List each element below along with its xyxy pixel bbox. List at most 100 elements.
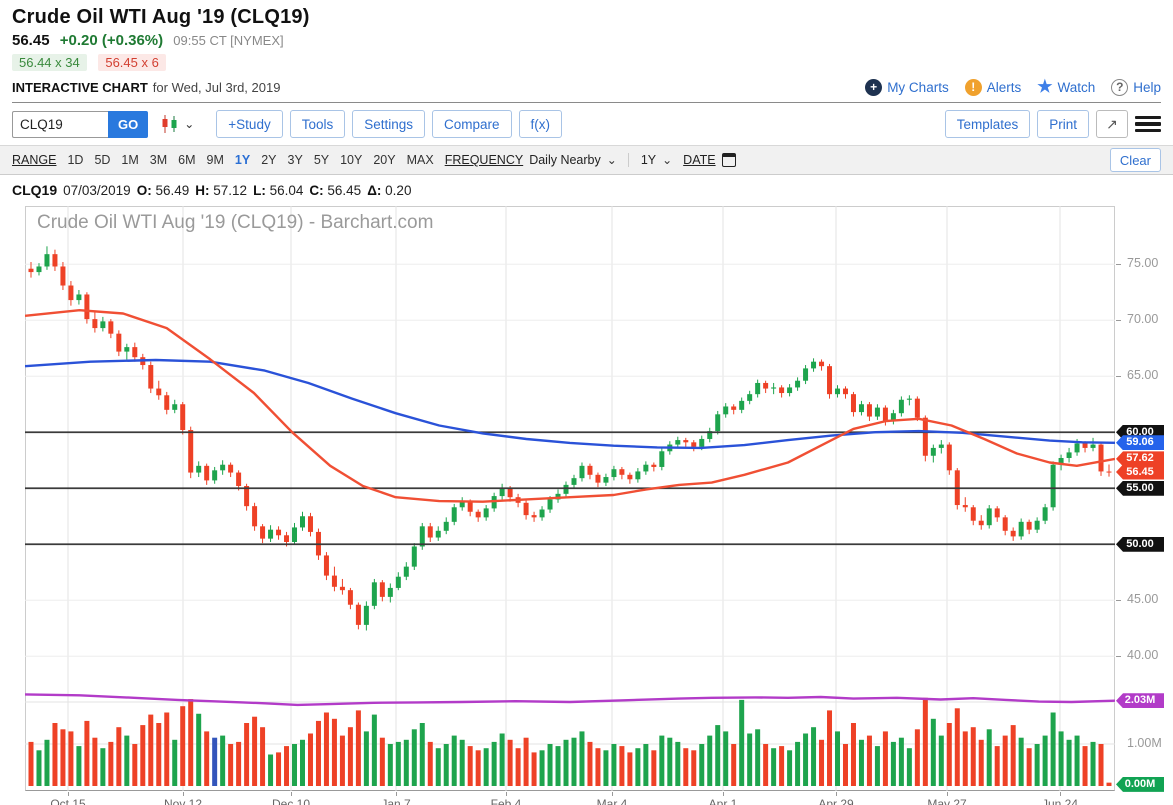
x-axis-tick: [612, 792, 613, 796]
help-link[interactable]: ? Help: [1111, 79, 1161, 96]
x-axis-tick: [183, 792, 184, 796]
x-axis-tick: [947, 792, 948, 796]
alerts-link[interactable]: ! Alerts: [965, 79, 1022, 96]
x-axis-tick: [836, 792, 837, 796]
y-axis-badge: 50.00: [1116, 537, 1164, 552]
range-option[interactable]: 1M: [121, 153, 138, 167]
question-circle-icon: ?: [1111, 79, 1128, 96]
ohlc-symbol: CLQ19: [12, 182, 57, 198]
x-axis-label: Jun 24: [1042, 797, 1078, 805]
y-axis-badge: 59.06: [1116, 435, 1164, 450]
watch-link[interactable]: ★ Watch: [1037, 77, 1095, 97]
frequency-value: Daily Nearby: [529, 153, 601, 167]
chart-toolbar: GO ⌄ +Study ToolsSettingsComparef(x) Temp…: [0, 103, 1173, 146]
interactive-chart-label: INTERACTIVE CHART: [12, 80, 148, 95]
y-axis-badge: 56.45: [1116, 465, 1164, 480]
date-control[interactable]: DATE: [683, 153, 735, 167]
range-option[interactable]: 3Y: [288, 153, 303, 167]
ohlc-bar: CLQ19 07/03/2019 O: 56.49 H: 57.12 L: 56…: [0, 175, 1173, 204]
chart-region: Crude Oil WTI Aug '19 (CLQ19) - Barchart…: [0, 204, 1173, 805]
range-option[interactable]: 2Y: [261, 153, 276, 167]
toolbar-button[interactable]: Compare: [432, 110, 512, 138]
x-axis-label: Mar 4: [597, 797, 628, 805]
x-axis-tick: [396, 792, 397, 796]
clear-button[interactable]: Clear: [1110, 148, 1161, 172]
y-axis-tick: [1116, 600, 1121, 601]
x-axis-label: Oct 15: [50, 797, 85, 805]
toolbar-button[interactable]: f(x): [519, 110, 563, 138]
go-button[interactable]: GO: [108, 111, 148, 138]
last-price: 56.45: [12, 32, 50, 49]
expand-arrow-icon: ↗: [1106, 116, 1118, 132]
chevron-down-icon: ⌄: [662, 153, 672, 167]
x-axis-tick: [68, 792, 69, 796]
expand-button[interactable]: ↗: [1096, 110, 1128, 138]
toolbar-button[interactable]: Tools: [290, 110, 346, 138]
range-dropdown[interactable]: RANGE: [12, 153, 56, 167]
price-row: 56.45 +0.20 (+0.36%) 09:55 CT [NYMEX]: [12, 32, 1161, 49]
quote-time: 09:55 CT [NYMEX]: [173, 33, 283, 48]
y-axis-label: 40.00: [1127, 648, 1158, 662]
symbol-input[interactable]: [12, 111, 108, 138]
x-axis-label: Feb 4: [491, 797, 522, 805]
period-dropdown[interactable]: 1Y ⌄: [628, 153, 672, 167]
header: Crude Oil WTI Aug '19 (CLQ19) 56.45 +0.2…: [0, 0, 1173, 103]
range-option[interactable]: 5D: [94, 153, 110, 167]
bid-chip: 56.44 x 34: [12, 54, 87, 71]
range-option[interactable]: 20Y: [373, 153, 395, 167]
chart-type-button[interactable]: ⌄: [160, 115, 194, 133]
range-option[interactable]: 1D: [67, 153, 83, 167]
interactive-chart-row: INTERACTIVE CHART for Wed, Jul 3rd, 2019…: [12, 77, 1161, 103]
range-option[interactable]: 10Y: [340, 153, 362, 167]
y-axis-tick: [1116, 264, 1121, 265]
print-button[interactable]: Print: [1037, 110, 1089, 138]
y-axis-label: 45.00: [1127, 592, 1158, 606]
x-axis-label: Nov 12: [164, 797, 202, 805]
candlestick-icon: [160, 115, 180, 133]
y-axis-tick: [1116, 320, 1121, 321]
frequency-control[interactable]: FREQUENCY Daily Nearby ⌄: [445, 153, 617, 167]
x-axis-label: Jan 7: [381, 797, 410, 805]
price-chart-svg[interactable]: [25, 206, 1115, 791]
y-axis-badge: 57.62: [1116, 451, 1164, 466]
x-axis-tick: [291, 792, 292, 796]
y-axis-label: 65.00: [1127, 368, 1158, 382]
y-axis-tick: [1116, 376, 1121, 377]
templates-button[interactable]: Templates: [945, 110, 1031, 138]
range-option[interactable]: 1Y: [235, 153, 250, 167]
toolbar-button[interactable]: +Study: [216, 110, 282, 138]
menu-icon: [1135, 116, 1161, 119]
range-option[interactable]: MAX: [407, 153, 434, 167]
y-axis-badge: 0.00M: [1116, 777, 1164, 792]
tool-buttons: +Study ToolsSettingsComparef(x): [216, 110, 562, 138]
chevron-down-icon: ⌄: [607, 153, 617, 167]
toolbar-button[interactable]: Settings: [352, 110, 425, 138]
x-axis-tick: [506, 792, 507, 796]
range-option[interactable]: 3M: [150, 153, 167, 167]
alert-circle-icon: !: [965, 79, 982, 96]
ohlc-date: 07/03/2019: [63, 183, 131, 198]
menu-button[interactable]: [1135, 110, 1161, 138]
x-axis-label: May 27: [927, 797, 966, 805]
chart-date-label: for Wed, Jul 3rd, 2019: [153, 80, 281, 95]
plus-circle-icon: +: [865, 79, 882, 96]
ask-chip: 56.45 x 6: [98, 54, 166, 71]
y-axis-label: 70.00: [1127, 312, 1158, 326]
y-axis-label: 1.00M: [1127, 736, 1162, 750]
range-option[interactable]: 5Y: [314, 153, 329, 167]
price-change: +0.20 (+0.36%): [60, 32, 163, 49]
y-axis-badge: 55.00: [1116, 481, 1164, 496]
x-axis-label: Apr 1: [709, 797, 738, 805]
range-option[interactable]: 9M: [207, 153, 224, 167]
range-options: 1D 5D 1M 3M 6M 9M 1Y 2Y 3Y 5Y 10Y 20Y MAX: [67, 153, 433, 167]
period-value: 1Y: [641, 153, 656, 167]
my-charts-link[interactable]: + My Charts: [865, 79, 949, 96]
y-axis-label: 75.00: [1127, 256, 1158, 270]
calendar-icon: [722, 153, 736, 167]
range-bar: RANGE 1D 5D 1M 3M 6M 9M 1Y 2Y 3Y 5Y 10Y 20Y MAX FREQ…: [0, 146, 1173, 175]
star-icon: ★: [1037, 77, 1052, 97]
x-axis-tick: [723, 792, 724, 796]
barchart-interactive-chart-page: Crude Oil WTI Aug '19 (CLQ19) 56.45 +0.2…: [0, 0, 1173, 805]
range-option[interactable]: 6M: [178, 153, 195, 167]
chevron-down-icon: ⌄: [184, 117, 194, 131]
